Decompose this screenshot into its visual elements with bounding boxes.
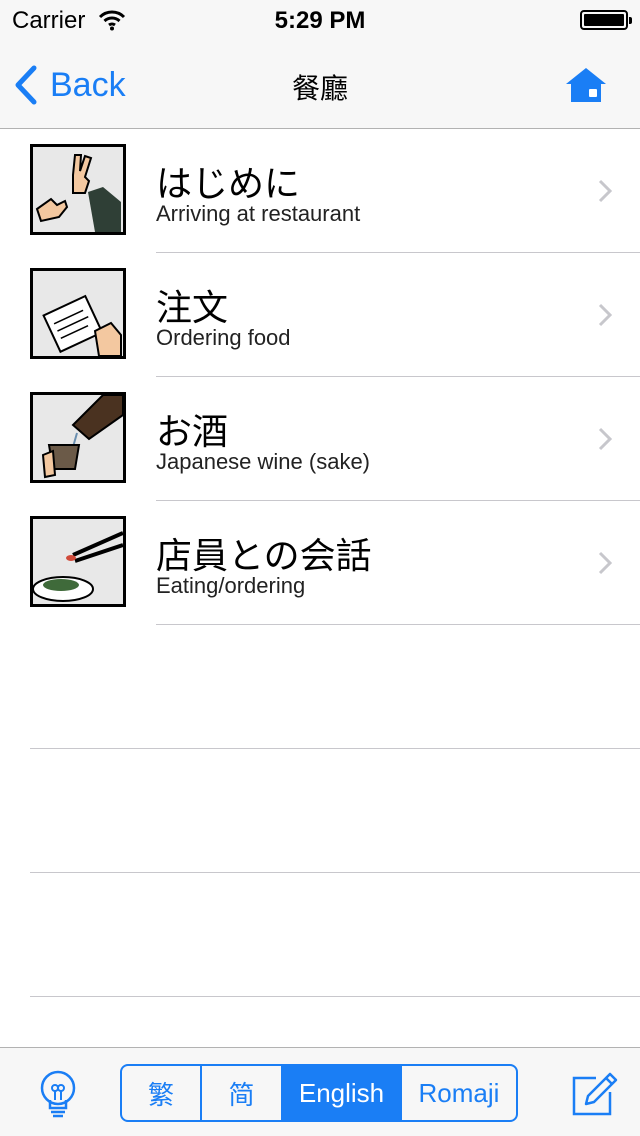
list-item[interactable]: はじめに Arriving at restaurant — [0, 129, 640, 253]
empty-row — [0, 749, 640, 873]
chevron-right-icon — [598, 179, 612, 203]
row-separator — [30, 996, 640, 997]
segment-traditional[interactable]: 繁 — [122, 1066, 202, 1120]
row-title: 注文 — [156, 288, 229, 329]
row-subtitle: Ordering food — [156, 325, 291, 350]
peace-sign-hands-image — [30, 144, 126, 235]
row-title: はじめに — [156, 164, 301, 205]
home-icon[interactable] — [564, 66, 608, 104]
battery-icon — [580, 10, 632, 30]
lightbulb-icon[interactable] — [36, 1068, 80, 1120]
chevron-right-icon — [598, 303, 612, 327]
list-item[interactable]: お酒 Japanese wine (sake) — [0, 377, 640, 501]
chevron-right-icon — [598, 427, 612, 451]
menu-in-hand-image — [30, 268, 126, 359]
list-item[interactable]: 店員との会話 Eating/ordering — [0, 501, 640, 625]
row-subtitle: Eating/ordering — [156, 573, 306, 598]
row-subtitle: Arriving at restaurant — [156, 201, 361, 226]
segment-english[interactable]: English — [283, 1066, 402, 1120]
status-time: 5:29 PM — [274, 7, 366, 34]
navigation-bar: Back 餐廳 — [0, 40, 640, 129]
empty-row — [0, 625, 640, 749]
page-title: 餐廳 — [291, 72, 348, 105]
segment-romaji[interactable]: Romaji — [402, 1066, 516, 1120]
list-item[interactable]: 注文 Ordering food — [0, 253, 640, 377]
chevron-right-icon — [598, 551, 612, 575]
status-bar: Carrier 5:29 PM — [0, 0, 640, 40]
edit-icon[interactable] — [570, 1070, 618, 1118]
chopsticks-and-bowl-image — [30, 516, 126, 607]
row-title: お酒 — [156, 412, 229, 453]
bottom-toolbar: 繁 简 English Romaji — [0, 1047, 640, 1136]
segment-simplified[interactable]: 简 — [202, 1066, 283, 1120]
empty-row — [0, 873, 640, 997]
row-subtitle: Japanese wine (sake) — [156, 449, 371, 474]
pouring-sake-image — [30, 392, 126, 483]
language-segmented-control: 繁 简 English Romaji — [120, 1064, 518, 1122]
topic-list: はじめに Arriving at restaurant 注文 Ordering … — [0, 129, 640, 997]
row-title: 店員との会話 — [156, 536, 372, 577]
